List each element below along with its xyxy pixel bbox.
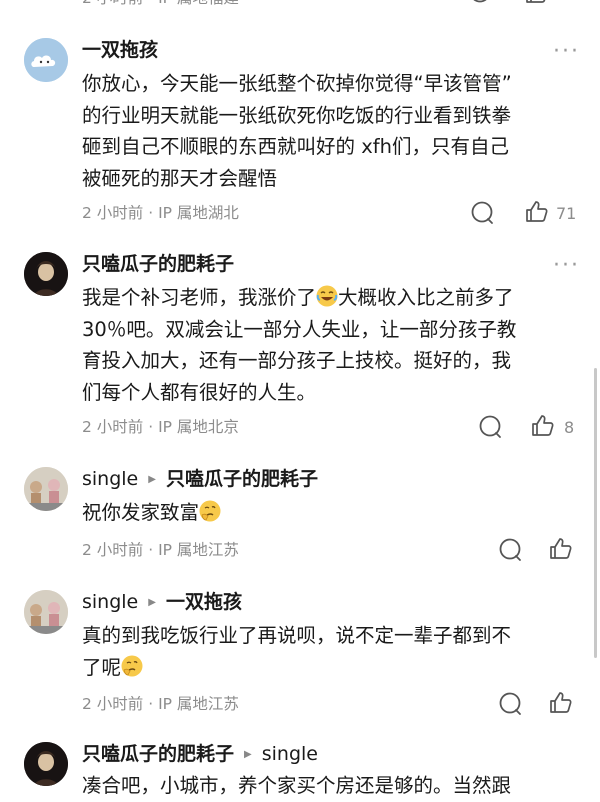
comment-item: 只嗑瓜子的肥耗子 ··· 我是个补习老师，我涨价了 大概收入比之前多了 30％吧。… xyxy=(0,250,600,450)
author-name[interactable]: 只嗑瓜子的肥耗子 xyxy=(82,252,234,276)
comment-text-line: 的行业明天就能一张纸砍死你吃饭的行业看到铁拳 xyxy=(82,103,512,127)
dark-avatar-icon xyxy=(24,252,68,296)
comment-text-segment: 大概收入比之前多了 xyxy=(338,286,514,309)
like-count: 71 xyxy=(556,204,577,223)
comment-icon[interactable] xyxy=(468,0,494,6)
reply-item: single ▶ 一双拖孩 真的到我吃饭行业了再说呗，说不定一辈子都到不 了呢 2 … xyxy=(0,588,600,728)
like-icon[interactable] xyxy=(524,199,550,225)
toys-avatar-icon xyxy=(24,590,68,634)
comment-meta: 2 小时前 · IP 属地江苏 xyxy=(82,541,239,559)
avatar[interactable] xyxy=(24,467,68,511)
more-options-button[interactable]: ··· xyxy=(553,255,580,277)
avatar[interactable] xyxy=(24,742,68,786)
reply-arrow-icon: ▶ xyxy=(148,474,156,485)
comment-text-segment: 祝你发家致富 xyxy=(82,501,200,524)
toys-avatar-icon xyxy=(24,467,68,511)
comment-text-line: 被砸死的那天才会醒悟 xyxy=(82,166,278,190)
author-name[interactable]: 一双拖孩 xyxy=(82,38,158,62)
comment-text: 我是个补习老师，我涨价了 大概收入比之前多了 30％吧。双减会让一部分人失业，让一… xyxy=(82,282,582,408)
dark-avatar-icon xyxy=(24,742,68,786)
comment-text-segment: 了呢 xyxy=(82,655,122,679)
reply-to-name[interactable]: 一双拖孩 xyxy=(166,591,242,613)
comment-item: 一双拖孩 ··· 你放心，今天能一张纸整个砍掉你觉得“早该管管” 的行业明天就能… xyxy=(0,36,600,231)
reply-header: 只嗑瓜子的肥耗子 ▶ single xyxy=(82,742,318,767)
reply-header: single ▶ 只嗑瓜子的肥耗子 xyxy=(82,467,318,492)
comment-text-line: 砸到自己不顺眼的东西就叫好的 xfh们，只有自己 xyxy=(82,135,509,158)
reply-to-name[interactable]: single xyxy=(262,743,318,765)
comment-meta: 2 小时前 · IP 属地北京 xyxy=(82,418,239,436)
author-name[interactable]: 只嗑瓜子的肥耗子 xyxy=(82,743,234,765)
more-options-button[interactable]: ··· xyxy=(553,41,580,63)
laughing-tears-emoji-icon xyxy=(316,285,338,307)
comment-text: 祝你发家致富 xyxy=(82,497,582,529)
comment-text-line: 育投入加大，还有一部分孩子上技校。挺好的，我 xyxy=(82,349,512,372)
comment-icon[interactable] xyxy=(498,537,524,563)
avatar[interactable] xyxy=(24,590,68,634)
comment-icon[interactable] xyxy=(470,200,496,226)
reply-header: single ▶ 一双拖孩 xyxy=(82,590,242,615)
avatar[interactable] xyxy=(24,38,68,82)
thinking-emoji-icon xyxy=(199,500,221,522)
comment-meta: 2 小时前 · IP 属地湖北 xyxy=(82,204,239,222)
comment-meta: 2 小时前 · IP 属地福建 xyxy=(82,0,239,8)
reply-item: single ▶ 只嗑瓜子的肥耗子 祝你发家致富 2 小时前 · IP 属地江苏 xyxy=(0,465,600,575)
comment-icon[interactable] xyxy=(478,414,504,440)
scrollbar[interactable] xyxy=(594,368,597,658)
partial-comment: 2 小时前 · IP 属地福建 31 xyxy=(0,0,600,10)
like-icon[interactable] xyxy=(548,536,574,562)
comment-text-line: 你放心，今天能一张纸整个砍掉你觉得“早该管管” xyxy=(82,72,512,95)
comment-text-line: 了呢 xyxy=(82,652,582,684)
like-icon[interactable] xyxy=(548,690,574,716)
reply-arrow-icon: ▶ xyxy=(148,597,156,608)
like-count: 8 xyxy=(564,418,575,437)
reply-item: 只嗑瓜子的肥耗子 ▶ single 凑合吧，小城市，养个家买个房还是够的。当然跟 xyxy=(0,740,600,800)
comment-text: 凑合吧，小城市，养个家买个房还是够的。当然跟 xyxy=(82,774,512,797)
comment-text-line: 真的到我吃饭行业了再说呗，说不定一辈子都到不 xyxy=(82,624,512,647)
comment-list: 2 小时前 · IP 属地福建 31 一双拖孩 ··· 你放心，今天能一张纸整个… xyxy=(0,0,600,800)
thinking-emoji-icon xyxy=(121,655,143,677)
avatar[interactable] xyxy=(24,252,68,296)
comment-text-segment: 我是个补习老师，我涨价了 xyxy=(82,286,317,309)
comment-text-line: 们每个人都有很好的人生。 xyxy=(82,380,317,404)
cloud-avatar-icon xyxy=(24,38,68,82)
like-icon[interactable] xyxy=(530,413,556,439)
like-icon[interactable] xyxy=(524,0,550,6)
comment-text: 真的到我吃饭行业了再说呗，说不定一辈子都到不 了呢 xyxy=(82,620,582,683)
like-count: 31 xyxy=(556,0,576,4)
comment-text-line: 30％吧。双减会让一部分人失业，让一部分孩子教 xyxy=(82,317,517,341)
reply-to-name[interactable]: 只嗑瓜子的肥耗子 xyxy=(166,468,318,490)
comment-meta: 2 小时前 · IP 属地江苏 xyxy=(82,695,239,713)
comment-icon[interactable] xyxy=(498,691,524,717)
author-name[interactable]: single xyxy=(82,468,138,490)
comment-text: 你放心，今天能一张纸整个砍掉你觉得“早该管管” 的行业明天就能一张纸砍死你吃饭的… xyxy=(82,68,582,194)
author-name[interactable]: single xyxy=(82,591,138,613)
comment-text-line: 我是个补习老师，我涨价了 大概收入比之前多了 xyxy=(82,282,582,314)
reply-arrow-icon: ▶ xyxy=(244,749,252,760)
